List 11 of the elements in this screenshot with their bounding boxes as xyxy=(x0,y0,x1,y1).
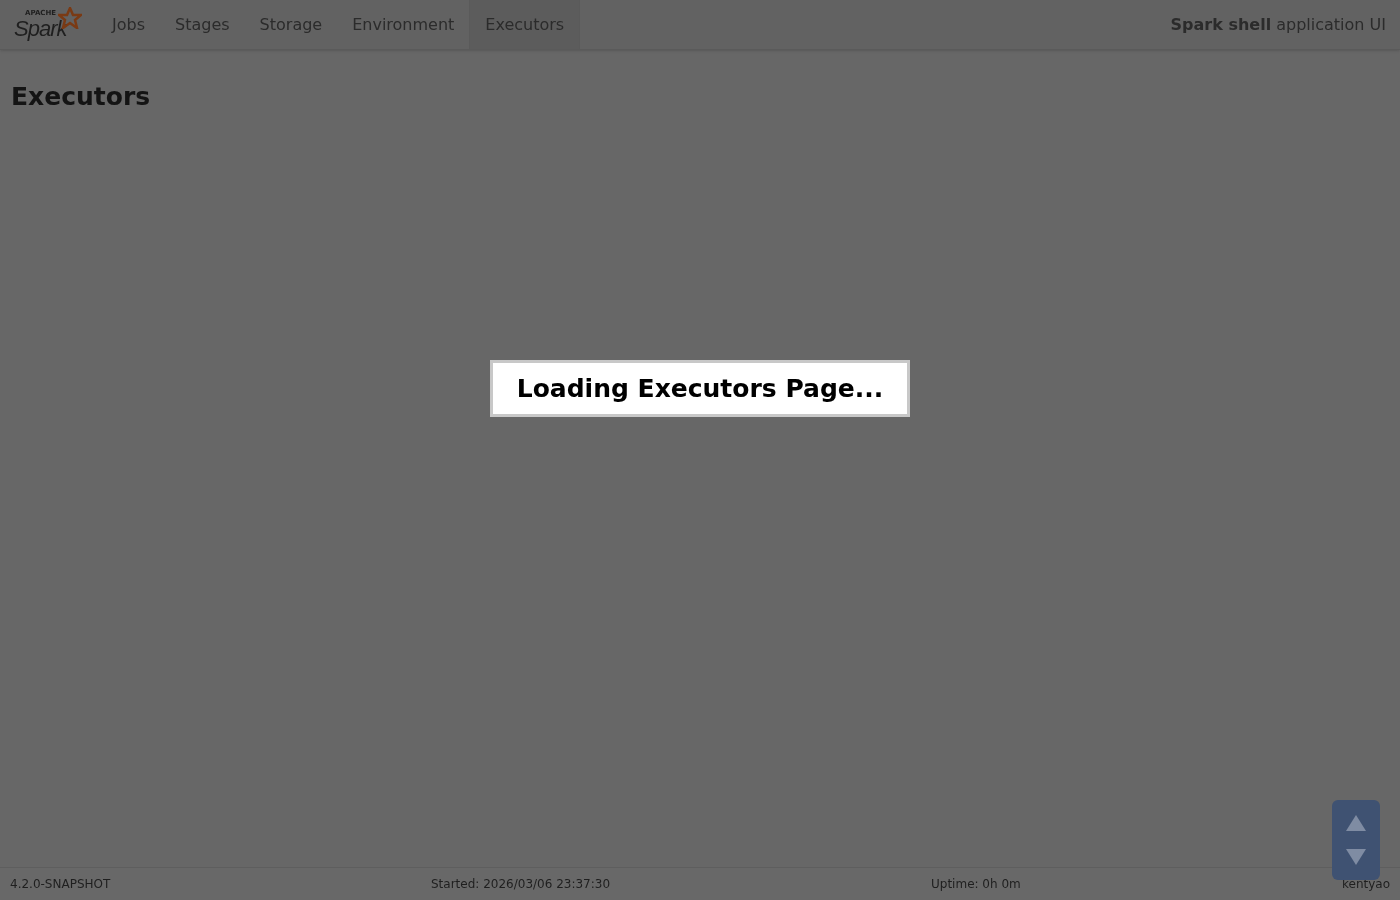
page-heading: Executors xyxy=(11,81,151,113)
uptime-text: Uptime: 0h 0m xyxy=(931,877,1021,891)
down-arrow-icon[interactable] xyxy=(1346,849,1366,865)
loading-dialog: Loading Executors Page... xyxy=(490,360,910,417)
version-text: 4.2.0-SNAPSHOT xyxy=(10,877,111,891)
nav-tab[interactable]: Environment xyxy=(337,0,470,49)
up-arrow-icon[interactable] xyxy=(1346,815,1366,831)
nav-tab[interactable]: Storage xyxy=(244,0,338,49)
nav-tab[interactable]: Stages xyxy=(160,0,245,49)
started-text: Started: 2026/03/06 23:37:30 xyxy=(431,877,611,891)
user-text: kentyao xyxy=(1342,876,1390,893)
